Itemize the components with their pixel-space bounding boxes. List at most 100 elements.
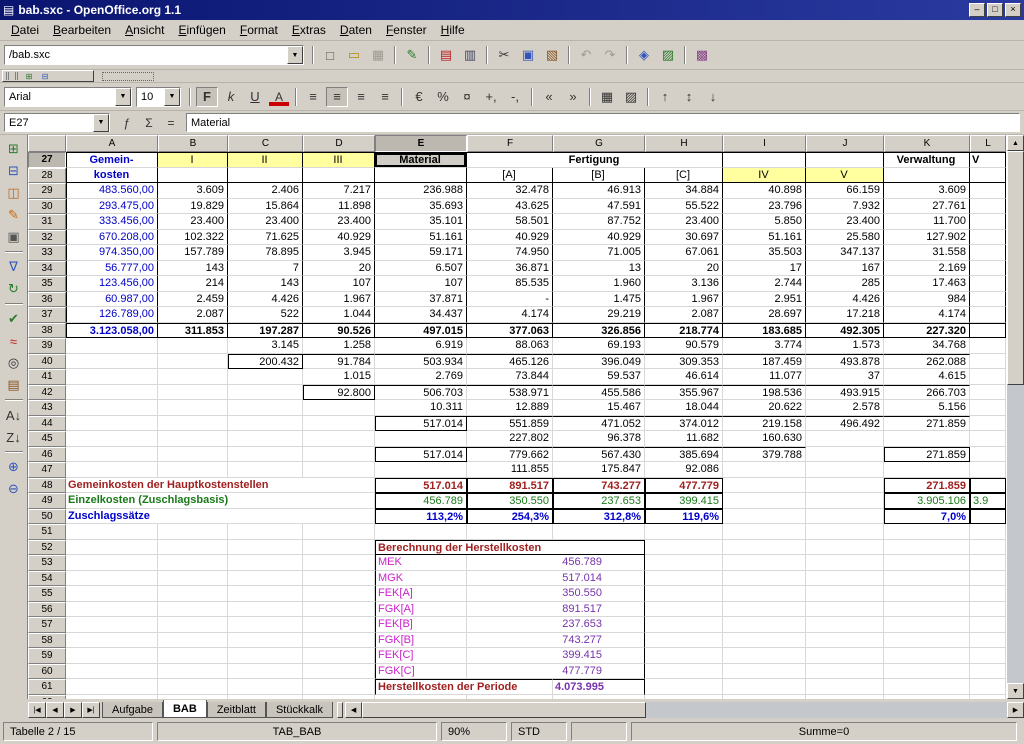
sum-button[interactable]: Σ bbox=[139, 113, 159, 132]
sheet-tab-aufgabe[interactable]: Aufgabe bbox=[102, 702, 163, 718]
cell-E35[interactable]: 107 bbox=[375, 276, 467, 292]
cell-G41[interactable]: 59.537 bbox=[553, 369, 645, 385]
formula-input[interactable]: Material bbox=[186, 113, 1020, 132]
font-size-combobox[interactable]: 10 ▼ bbox=[136, 87, 181, 107]
cell-E42[interactable]: 506.703 bbox=[375, 385, 467, 401]
cell-G44[interactable]: 471.052 bbox=[553, 416, 645, 432]
cell-A54[interactable] bbox=[66, 571, 158, 587]
cell-A57[interactable] bbox=[66, 617, 158, 633]
cell-B33[interactable]: 157.789 bbox=[158, 245, 228, 261]
cell-B53[interactable] bbox=[158, 555, 228, 571]
cell-E32[interactable]: 51.161 bbox=[375, 230, 467, 246]
cell-E36[interactable]: 37.871 bbox=[375, 292, 467, 308]
cell-A28[interactable]: kosten bbox=[66, 168, 158, 184]
cell-G36[interactable]: 1.475 bbox=[553, 292, 645, 308]
cell-C46[interactable] bbox=[228, 447, 303, 463]
insert-cells-icon[interactable]: ⊟ bbox=[2, 160, 26, 182]
row-header-60[interactable]: 60 bbox=[28, 664, 66, 680]
autofilter-icon[interactable]: ∇ bbox=[2, 256, 26, 278]
column-header-H[interactable]: H bbox=[645, 135, 723, 152]
cell-G34[interactable]: 13 bbox=[553, 261, 645, 277]
row-header-38[interactable]: 38 bbox=[28, 323, 66, 339]
cell-B30[interactable]: 19.829 bbox=[158, 199, 228, 215]
cell-C57[interactable] bbox=[228, 617, 303, 633]
cell-J27[interactable] bbox=[806, 152, 884, 168]
cell-I39[interactable]: 3.774 bbox=[723, 338, 806, 354]
cell-F31[interactable]: 58.501 bbox=[467, 214, 553, 230]
menu-extras[interactable]: Extras bbox=[285, 21, 333, 39]
cell-E29[interactable]: 236.988 bbox=[375, 183, 467, 199]
cell-C27[interactable]: II bbox=[228, 152, 303, 168]
cell-A58[interactable] bbox=[66, 633, 158, 649]
cell-B60[interactable] bbox=[158, 664, 228, 680]
cell-J45[interactable] bbox=[806, 431, 884, 447]
cell-A31[interactable]: 333.456,00 bbox=[66, 214, 158, 230]
scroll-left-button[interactable]: ◀ bbox=[345, 702, 362, 718]
cell-G48[interactable]: 743.277 bbox=[553, 478, 645, 494]
cell-K34[interactable]: 2.169 bbox=[884, 261, 970, 277]
font-size-dropdown-arrow[interactable]: ▼ bbox=[164, 88, 180, 106]
vertical-scroll-track[interactable] bbox=[1007, 151, 1024, 683]
column-header-J[interactable]: J bbox=[806, 135, 884, 152]
cell-H57[interactable] bbox=[645, 617, 723, 633]
cell-G35[interactable]: 1.960 bbox=[553, 276, 645, 292]
cell-C55[interactable] bbox=[228, 586, 303, 602]
cell-A29[interactable]: 483.560,00 bbox=[66, 183, 158, 199]
cell-K32[interactable]: 127.902 bbox=[884, 230, 970, 246]
cell-I42[interactable]: 198.536 bbox=[723, 385, 806, 401]
cell-C42[interactable] bbox=[228, 385, 303, 401]
italic-button[interactable]: k bbox=[220, 87, 242, 107]
cell-J51[interactable] bbox=[806, 524, 884, 540]
find-replace-icon[interactable]: ◎ bbox=[2, 352, 26, 374]
cell-E55[interactable]: FEK[A] bbox=[375, 586, 467, 602]
cell-F60[interactable]: 477.779 bbox=[467, 664, 645, 680]
minimize-button[interactable]: – bbox=[969, 3, 985, 17]
autospellcheck-icon[interactable]: ≈ bbox=[2, 330, 26, 352]
cell-A37[interactable]: 126.789,00 bbox=[66, 307, 158, 323]
cell-B59[interactable] bbox=[158, 648, 228, 664]
cell-I61[interactable] bbox=[723, 679, 806, 695]
cell-E45[interactable] bbox=[375, 431, 467, 447]
close-button[interactable]: × bbox=[1005, 3, 1021, 17]
column-header-C[interactable]: C bbox=[228, 135, 303, 152]
cell-L52[interactable] bbox=[970, 540, 1006, 556]
cell-G49[interactable]: 237.653 bbox=[553, 493, 645, 509]
decrease-indent-button[interactable]: « bbox=[538, 87, 560, 107]
cell-K37[interactable]: 4.174 bbox=[884, 307, 970, 323]
cell-F42[interactable]: 538.971 bbox=[467, 385, 553, 401]
column-header-G[interactable]: G bbox=[553, 135, 645, 152]
increase-indent-button[interactable]: » bbox=[562, 87, 584, 107]
cell-D30[interactable]: 11.898 bbox=[303, 199, 375, 215]
edit-file-icon[interactable]: ✎ bbox=[401, 45, 423, 65]
menu-daten[interactable]: Daten bbox=[333, 21, 379, 39]
cell-H51[interactable] bbox=[645, 524, 723, 540]
cell-J30[interactable]: 7.932 bbox=[806, 199, 884, 215]
cell-C56[interactable] bbox=[228, 602, 303, 618]
cell-E38[interactable]: 497.015 bbox=[375, 323, 467, 339]
sheet-tab-bab[interactable]: BAB bbox=[163, 700, 207, 718]
last-sheet-button[interactable]: ▶| bbox=[82, 702, 100, 718]
row-header-28[interactable]: 28 bbox=[28, 168, 66, 184]
cell-K33[interactable]: 31.558 bbox=[884, 245, 970, 261]
row-header-39[interactable]: 39 bbox=[28, 338, 66, 354]
cell-H55[interactable] bbox=[645, 586, 723, 602]
cell-E33[interactable]: 59.171 bbox=[375, 245, 467, 261]
sheet-tab-zeitblatt[interactable]: Zeitblatt bbox=[207, 702, 266, 718]
cell-H42[interactable]: 355.967 bbox=[645, 385, 723, 401]
undo-icon[interactable]: ↶ bbox=[575, 45, 597, 65]
stylist-icon[interactable]: ▨ bbox=[657, 45, 679, 65]
cell-E50[interactable]: 113,2% bbox=[375, 509, 467, 525]
cell-I50[interactable] bbox=[723, 509, 806, 525]
cell-L54[interactable] bbox=[970, 571, 1006, 587]
cell-E59[interactable]: FEK[C] bbox=[375, 648, 467, 664]
cell-I54[interactable] bbox=[723, 571, 806, 587]
cell-A59[interactable] bbox=[66, 648, 158, 664]
cell-L44[interactable] bbox=[970, 416, 1006, 432]
cell-L31[interactable] bbox=[970, 214, 1006, 230]
cell-J34[interactable]: 167 bbox=[806, 261, 884, 277]
cell-I38[interactable]: 183.685 bbox=[723, 323, 806, 339]
cell-C39[interactable]: 3.145 bbox=[228, 338, 303, 354]
cell-B51[interactable] bbox=[158, 524, 228, 540]
cell-E51[interactable] bbox=[375, 524, 467, 540]
cell-B44[interactable] bbox=[158, 416, 228, 432]
